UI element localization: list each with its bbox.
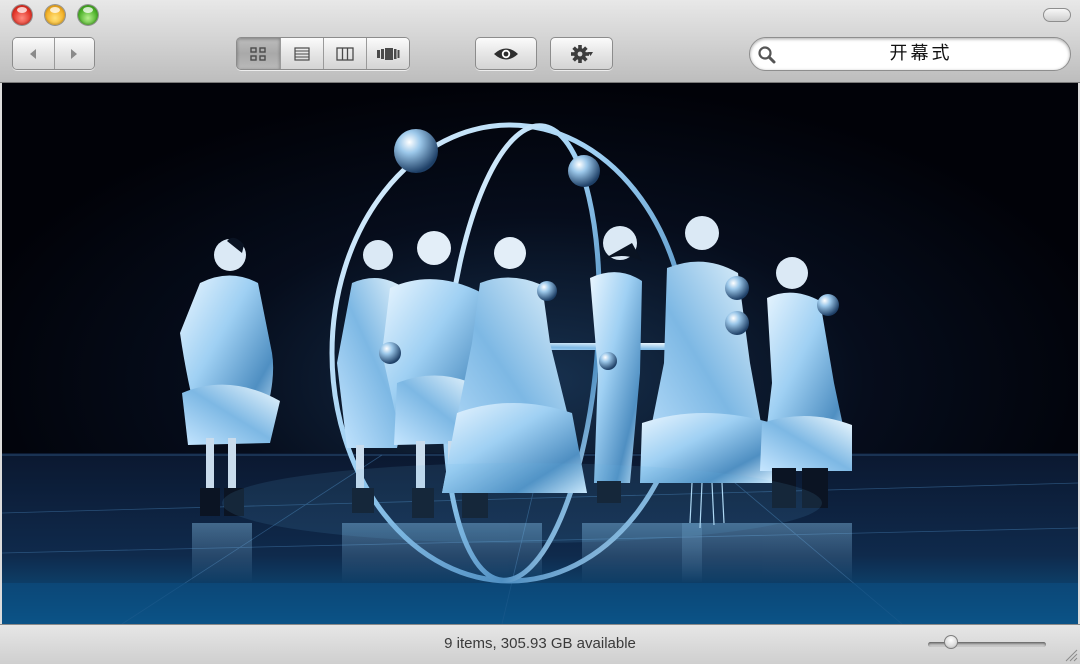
cover-flow-view-button[interactable] — [365, 38, 409, 69]
search-field[interactable]: 开幕式 — [749, 37, 1071, 71]
photo-preview — [2, 83, 1078, 624]
gear-icon — [570, 44, 593, 63]
action-menu-button[interactable] — [550, 37, 613, 70]
zoom-slider-knob[interactable] — [943, 635, 958, 649]
back-button[interactable] — [13, 38, 54, 69]
column-view-icon — [336, 46, 354, 61]
zoom-window-button[interactable] — [78, 5, 98, 25]
magnifier-icon — [757, 45, 777, 65]
status-bar: 9 items, 305.93 GB available — [0, 624, 1080, 664]
status-text: 9 items, 305.93 GB available — [444, 635, 636, 652]
stage-photo — [2, 83, 1078, 624]
list-view-icon — [294, 46, 310, 61]
eye-icon — [494, 48, 518, 59]
resize-grip-icon[interactable] — [1064, 648, 1078, 662]
navigation-buttons — [12, 37, 95, 70]
cover-flow-icon — [376, 47, 400, 60]
quick-look-button[interactable] — [475, 37, 537, 70]
finder-window: 开幕式 9 items, 305.93 GB available — [0, 0, 1080, 664]
icon-view-button[interactable] — [237, 38, 280, 69]
view-mode-buttons — [236, 37, 410, 70]
forward-button[interactable] — [53, 38, 94, 69]
column-view-button[interactable] — [322, 38, 366, 69]
toolbar-toggle-button[interactable] — [1043, 8, 1071, 22]
back-arrow-icon — [30, 48, 37, 59]
search-input[interactable]: 开幕式 — [784, 38, 1058, 70]
close-window-button[interactable] — [12, 5, 32, 25]
toolbar: 开幕式 — [0, 0, 1080, 83]
list-view-button[interactable] — [279, 38, 323, 69]
icon-view-icon — [250, 46, 267, 61]
forward-arrow-icon — [71, 48, 78, 59]
minimize-window-button[interactable] — [45, 5, 65, 25]
